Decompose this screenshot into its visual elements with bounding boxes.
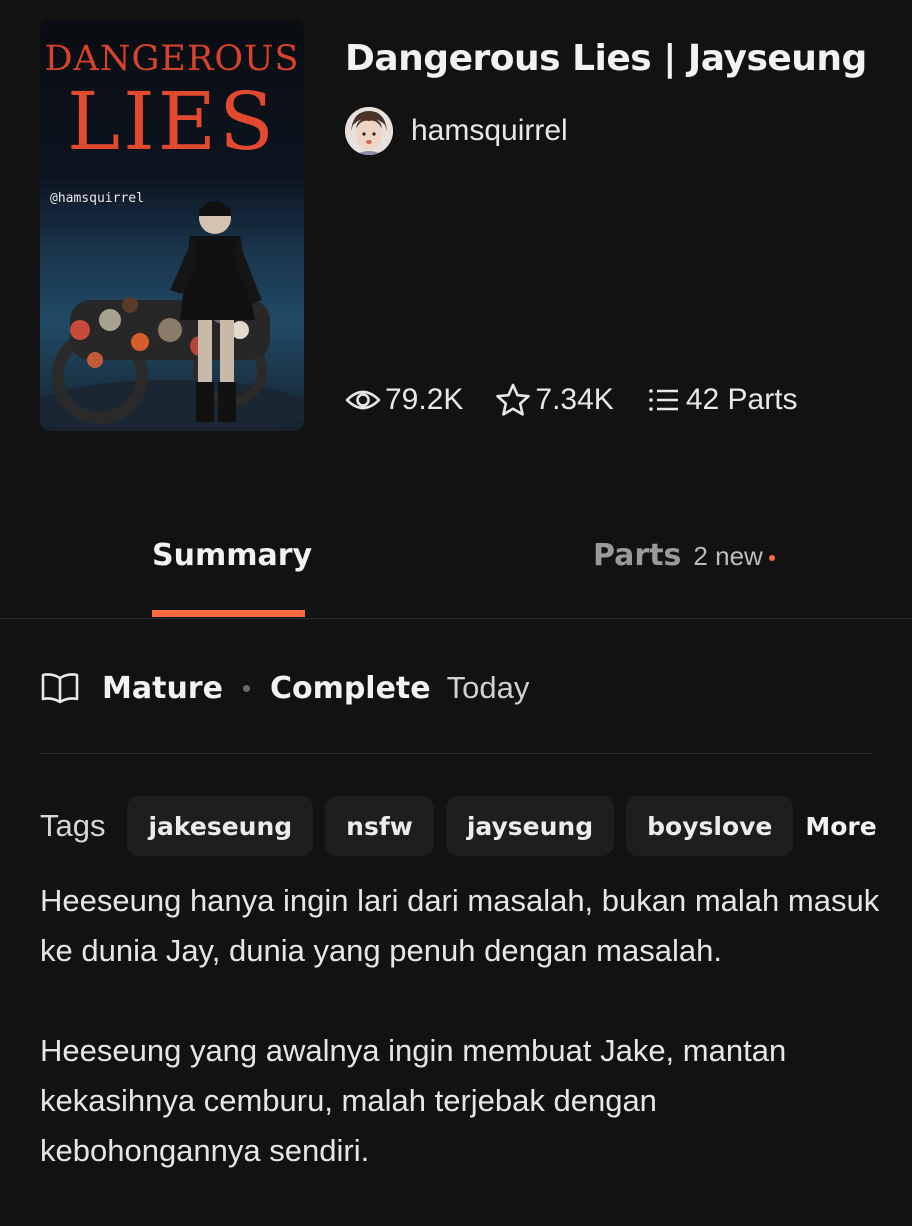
tag-chip[interactable]: nsfw xyxy=(325,796,434,856)
more-tags-button[interactable]: More xyxy=(805,812,876,841)
section-divider xyxy=(40,753,872,754)
cover-title-line2: LIES xyxy=(67,75,277,168)
description-paragraph: Heeseung yang awalnya ingin membuat Jake… xyxy=(40,1033,787,1168)
story-meta: Mature Complete Today xyxy=(40,664,529,712)
story-tabs: Summary Parts 2 new xyxy=(0,520,912,619)
cover-title-line1: DANGEROUS xyxy=(44,39,300,79)
star-icon xyxy=(496,383,531,416)
votes-count: 7.34K xyxy=(535,383,614,416)
author-name[interactable]: hamsquirrel xyxy=(411,114,568,148)
cover-author-handle: @hamsquirrel xyxy=(50,191,144,206)
parts-stat: 42 Parts xyxy=(646,383,798,417)
author-avatar[interactable] xyxy=(345,107,393,155)
story-cover[interactable]: DANGEROUS LIES @hamsquirrel xyxy=(40,20,304,431)
eye-icon xyxy=(345,390,381,410)
separator-dot xyxy=(242,684,250,692)
story-description: Heeseung hanya ingin lari dari masalah, … xyxy=(40,876,885,1226)
active-tab-indicator xyxy=(152,610,305,617)
author-link[interactable]: hamsquirrel xyxy=(345,106,568,156)
rating-label: Mature xyxy=(102,670,223,706)
tab-parts-label: Parts xyxy=(593,538,682,573)
tag-chip[interactable]: jayseung xyxy=(445,796,615,856)
reads-count: 79.2K xyxy=(385,383,464,416)
tab-parts[interactable]: Parts 2 new xyxy=(593,538,775,573)
updated-date: Today xyxy=(446,670,530,705)
votes-stat: 7.34K xyxy=(495,383,614,417)
new-indicator-dot xyxy=(768,555,775,561)
reads-stat: 79.2K xyxy=(345,383,463,417)
tags-label: Tags xyxy=(40,808,106,843)
tab-summary[interactable]: Summary xyxy=(152,538,312,573)
new-parts-badge: 2 new xyxy=(693,541,763,571)
description-paragraph: Heeseung hanya ingin lari dari masalah, … xyxy=(40,883,880,968)
story-stats: 79.2K 7.34K 42 Parts xyxy=(345,380,830,420)
list-icon xyxy=(649,389,678,411)
cover-illustration xyxy=(40,201,304,431)
tag-chip[interactable]: boyslove xyxy=(626,796,794,856)
tag-chip[interactable]: jakeseung xyxy=(127,796,314,856)
open-book-icon xyxy=(41,673,79,704)
story-title: Dangerous Lies | Jayseung xyxy=(345,38,867,79)
tags-row: Tags jakeseung nsfw jayseung boyslove Mo… xyxy=(40,796,877,856)
parts-count: 42 Parts xyxy=(685,383,798,416)
status-label: Complete xyxy=(269,670,431,706)
